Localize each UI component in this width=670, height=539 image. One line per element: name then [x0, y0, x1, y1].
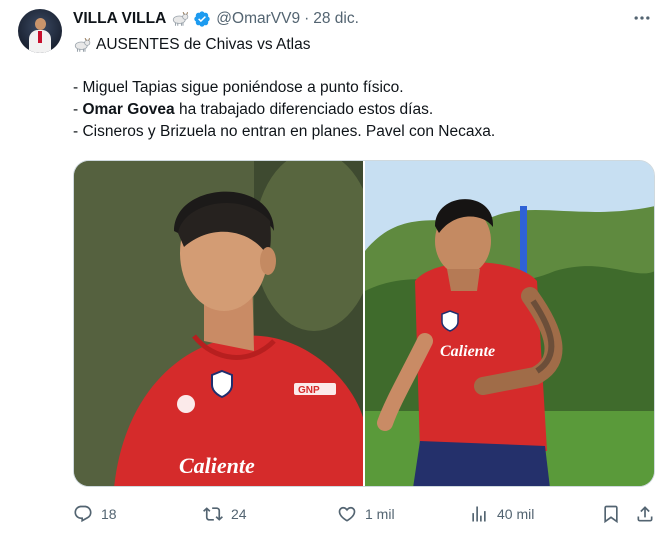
avatar-figure-head: [35, 18, 46, 30]
tweet-header: VILLA VILLA @OmarVV9 · 28 dic.: [73, 8, 652, 30]
bookmark-icon: [604, 505, 618, 524]
share-button[interactable]: [635, 500, 655, 528]
like-count: 1 mil: [365, 506, 395, 522]
repost-icon: [203, 507, 223, 521]
like-button[interactable]: 1 mil: [337, 500, 395, 528]
left-jersey-brand: GNP: [298, 385, 320, 396]
heart-icon: [338, 506, 356, 522]
tweet-line-2-prefix: -: [73, 101, 83, 118]
photo-player-closeup[interactable]: GNP Caliente: [74, 161, 363, 486]
photo-player-running[interactable]: Caliente: [365, 161, 654, 486]
tweet[interactable]: VILLA VILLA @OmarVV9 · 28 dic. AUSENTES …: [0, 0, 670, 539]
reply-button[interactable]: 18: [73, 500, 117, 528]
verified-badge-icon: [194, 11, 210, 27]
photo-left-illustration: GNP Caliente: [74, 161, 363, 486]
repost-count: 24: [231, 506, 247, 522]
left-jersey-sponsor: Caliente: [179, 453, 255, 478]
avatar-figure-tie: [38, 31, 42, 43]
action-bar: 18 24 1 mil 40 mil: [73, 500, 663, 528]
text-spacer: [73, 56, 653, 77]
goat-emoji-icon: [74, 38, 91, 52]
views-icon: [472, 506, 486, 522]
view-count: 40 mil: [497, 506, 535, 522]
tweet-date[interactable]: 28 dic.: [313, 10, 359, 28]
photo-right-illustration: Caliente: [365, 161, 654, 486]
views-button[interactable]: 40 mil: [469, 500, 534, 528]
player-name-bold: Omar Govea: [82, 101, 175, 118]
tweet-line-1: - Miguel Tapias sigue poniéndose a punto…: [73, 79, 404, 96]
repost-button[interactable]: 24: [203, 500, 247, 528]
tweet-title: AUSENTES de Chivas vs Atlas: [96, 36, 311, 53]
reply-icon: [74, 505, 92, 523]
avatar[interactable]: [18, 9, 62, 53]
bookmark-button[interactable]: [601, 500, 621, 528]
tweet-line-3: - Cisneros y Brizuela no entran en plane…: [73, 123, 496, 140]
more-options-icon[interactable]: [632, 8, 652, 28]
tweet-text: AUSENTES de Chivas vs Atlas - Miguel Tap…: [73, 34, 653, 143]
tweet-title-line: AUSENTES de Chivas vs Atlas: [73, 34, 653, 56]
right-jersey-sponsor: Caliente: [440, 343, 495, 360]
share-icon: [637, 506, 653, 522]
author-name[interactable]: VILLA VILLA: [73, 10, 166, 28]
reply-count: 18: [101, 506, 117, 522]
header-separator: ·: [304, 10, 310, 27]
tweet-line-2: - Omar Govea ha trabajado diferenciado e…: [73, 99, 653, 121]
media-grid: GNP Caliente Caliente: [73, 160, 655, 487]
goat-emoji-icon: [173, 12, 189, 26]
author-handle[interactable]: @OmarVV9: [216, 10, 300, 28]
tweet-line-2-rest: ha trabajado diferenciado estos días.: [174, 101, 434, 118]
